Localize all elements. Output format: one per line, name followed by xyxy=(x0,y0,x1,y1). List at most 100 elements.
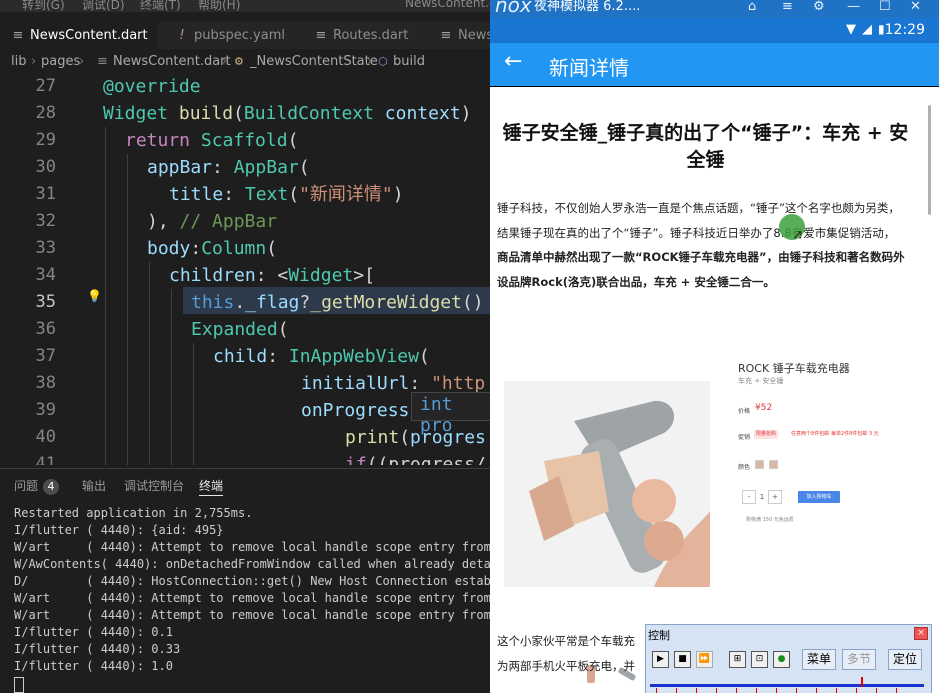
file-lines-icon: ≡ xyxy=(97,54,108,69)
file-lines-icon: ≡ xyxy=(12,28,24,43)
free-shipping-note: 购物满 150 元免运费 xyxy=(746,517,794,523)
control-title: 控制 xyxy=(648,629,670,642)
breadcrumb-lib[interactable]: lib xyxy=(11,51,26,73)
app-bar: ← 新闻详情 xyxy=(490,43,939,86)
chevron-right-icon: › xyxy=(222,54,228,69)
terminal-line: D/ ( 4440): HostConnection::get() New Ho… xyxy=(14,574,490,588)
timeline-tick xyxy=(896,688,897,693)
emulator-title: 夜神模拟器 6.2.... xyxy=(534,0,641,14)
close-icon[interactable]: ✕ xyxy=(910,0,921,14)
tab-label: NewsContent.dart xyxy=(30,28,148,43)
terminal-output[interactable]: Restarted application in 2,755ms. I/flut… xyxy=(14,505,490,693)
code-line: 34 children: <Widget>[ xyxy=(0,262,490,289)
mouse-pointer-icon: ➚ xyxy=(792,227,804,243)
scrollbar[interactable] xyxy=(928,105,931,215)
segment-button[interactable]: 多节 xyxy=(842,649,877,670)
line-number: 31 xyxy=(35,184,56,204)
tab-label: 问题 xyxy=(14,479,39,493)
timeline-tick xyxy=(736,688,737,693)
timeline-track[interactable] xyxy=(650,684,924,687)
locate-button[interactable]: 定位 xyxy=(888,649,923,670)
timeline-tick xyxy=(716,688,717,693)
close-icon[interactable]: × xyxy=(914,627,928,640)
record-button[interactable]: ● xyxy=(773,651,790,668)
breadcrumb-method[interactable]: build xyxy=(393,51,425,73)
menu-bar: 转到(G) 调试(D) 终端(T) 帮助(H) NewsContent.da xyxy=(0,0,490,12)
timeline-marker[interactable] xyxy=(861,677,863,687)
line-number: 36 xyxy=(35,319,56,339)
menu-goto[interactable]: 转到(G) xyxy=(22,0,65,12)
tab-terminal[interactable]: 终端 xyxy=(199,477,224,496)
menu-icon[interactable]: ≡ xyxy=(782,0,793,14)
breadcrumb-pages[interactable]: pages xyxy=(41,51,80,73)
timeline-tick xyxy=(816,688,817,693)
code-line: 36 Expanded( xyxy=(0,316,490,343)
wifi-icon: ▼ xyxy=(846,22,856,37)
line-number: 28 xyxy=(35,103,56,123)
timeline-tick xyxy=(856,688,857,693)
qty-plus: + xyxy=(768,490,782,504)
article-paragraph: 商品清单中赫然出现了一款“ROCK锤子车载充电器”，由锤子科技和著名数码外 xyxy=(497,250,905,264)
stop-button[interactable]: ■ xyxy=(674,651,691,668)
hover-text: int pro xyxy=(420,394,453,436)
qty-value: 1 xyxy=(759,493,765,501)
timeline-tick xyxy=(696,688,697,693)
tab-problems[interactable]: 问题 4 xyxy=(14,477,60,495)
timeline-tick xyxy=(836,688,837,693)
color-swatch xyxy=(755,460,764,469)
app-bar-title: 新闻详情 xyxy=(549,56,629,80)
menu-help[interactable]: 帮助(H) xyxy=(198,0,240,12)
tab-routes[interactable]: ≡ Routes.dart xyxy=(301,22,427,49)
lightbulb-icon[interactable]: 💡 xyxy=(87,289,102,303)
timeline-tick xyxy=(656,688,657,693)
article-paragraph: 设品牌Rock(洛克)联合出品，车充 + 安全锤二合一。 xyxy=(497,275,775,289)
tab-news[interactable]: ≡ News xyxy=(428,22,490,49)
macro-control-window: 控制 × ▶ ■ ⏩ ⊞ ⊡ ● 菜单 多节 定位 xyxy=(645,624,932,693)
emulator-title-bar: nox 夜神模拟器 6.2.... ⌂ ≡ ⚙ — ☐ ✕ xyxy=(490,0,939,18)
minimize-icon[interactable]: — xyxy=(847,0,860,14)
maximize-icon[interactable]: ☐ xyxy=(879,0,891,14)
emulator-window: nox 夜神模拟器 6.2.... ⌂ ≡ ⚙ — ☐ ✕ ▼ ◢ ▮ 12:2… xyxy=(490,0,939,693)
timeline-tick xyxy=(776,688,777,693)
breadcrumb-class[interactable]: _NewsContentState xyxy=(250,51,378,73)
menu-debug[interactable]: 调试(D) xyxy=(82,0,125,12)
problems-count-badge: 4 xyxy=(43,479,60,495)
terminal-line: W/AwContents( 4440): onDetachedFromWindo… xyxy=(14,557,490,571)
gear-icon[interactable]: ⚙ xyxy=(813,0,825,14)
product-title: ROCK 锤子车载充电器 xyxy=(738,362,850,375)
fast-forward-button[interactable]: ⏩ xyxy=(696,651,713,668)
play-button[interactable]: ▶ xyxy=(652,651,669,668)
menu-button[interactable]: 菜单 xyxy=(802,649,837,670)
file-lines-icon: ≡ xyxy=(315,28,327,43)
nox-logo: nox xyxy=(495,0,532,17)
timeline-tick xyxy=(676,688,677,693)
webview-content[interactable]: 锤子安全锤_锤子真的出了个“锤子”：车充 + 安全锤 锤子科技，不仅创始人罗永浩… xyxy=(490,87,939,693)
tab-label: News xyxy=(458,28,490,43)
line-number: 40 xyxy=(35,427,56,447)
hammer-charger-illustration xyxy=(504,381,710,587)
code-line: 27 @override xyxy=(0,73,490,100)
battery-icon: ▮ xyxy=(878,22,885,36)
tab-label: Routes.dart xyxy=(333,28,409,43)
line-number: 33 xyxy=(35,238,56,258)
article-paragraph: 为两部手机火平板充电，并 xyxy=(497,659,635,673)
code-line: 32), // AppBar xyxy=(0,208,490,235)
code-line: 35 this._flag?_getMoreWidget() xyxy=(0,289,490,316)
back-arrow-icon[interactable]: ← xyxy=(504,49,522,74)
tab-pubspec[interactable]: ! pubspec.yaml xyxy=(160,22,300,49)
crop-button[interactable]: ⊡ xyxy=(751,651,768,668)
code-area[interactable]: 27 @override 28 Widget build(BuildContext … xyxy=(0,73,490,465)
window-grid-button[interactable]: ⊞ xyxy=(729,651,746,668)
timeline-tick xyxy=(756,688,757,693)
tab-debug-console[interactable]: 调试控制台 xyxy=(124,477,184,494)
terminal-line: I/flutter ( 4440): 1.0 xyxy=(14,659,173,673)
signal-icon: ◢ xyxy=(862,22,872,37)
tab-newscontent[interactable]: ≡NewsContent.dart × xyxy=(0,22,158,49)
timeline-tick xyxy=(876,688,877,693)
tab-output[interactable]: 输出 xyxy=(82,477,106,494)
menu-terminal[interactable]: 终端(T) xyxy=(140,0,181,12)
breadcrumb-file[interactable]: NewsContent.dart xyxy=(113,51,231,73)
method-icon: ⬡ xyxy=(378,55,388,68)
home-icon[interactable]: ⌂ xyxy=(748,0,756,14)
code-line: 29 return Scaffold( xyxy=(0,127,490,154)
